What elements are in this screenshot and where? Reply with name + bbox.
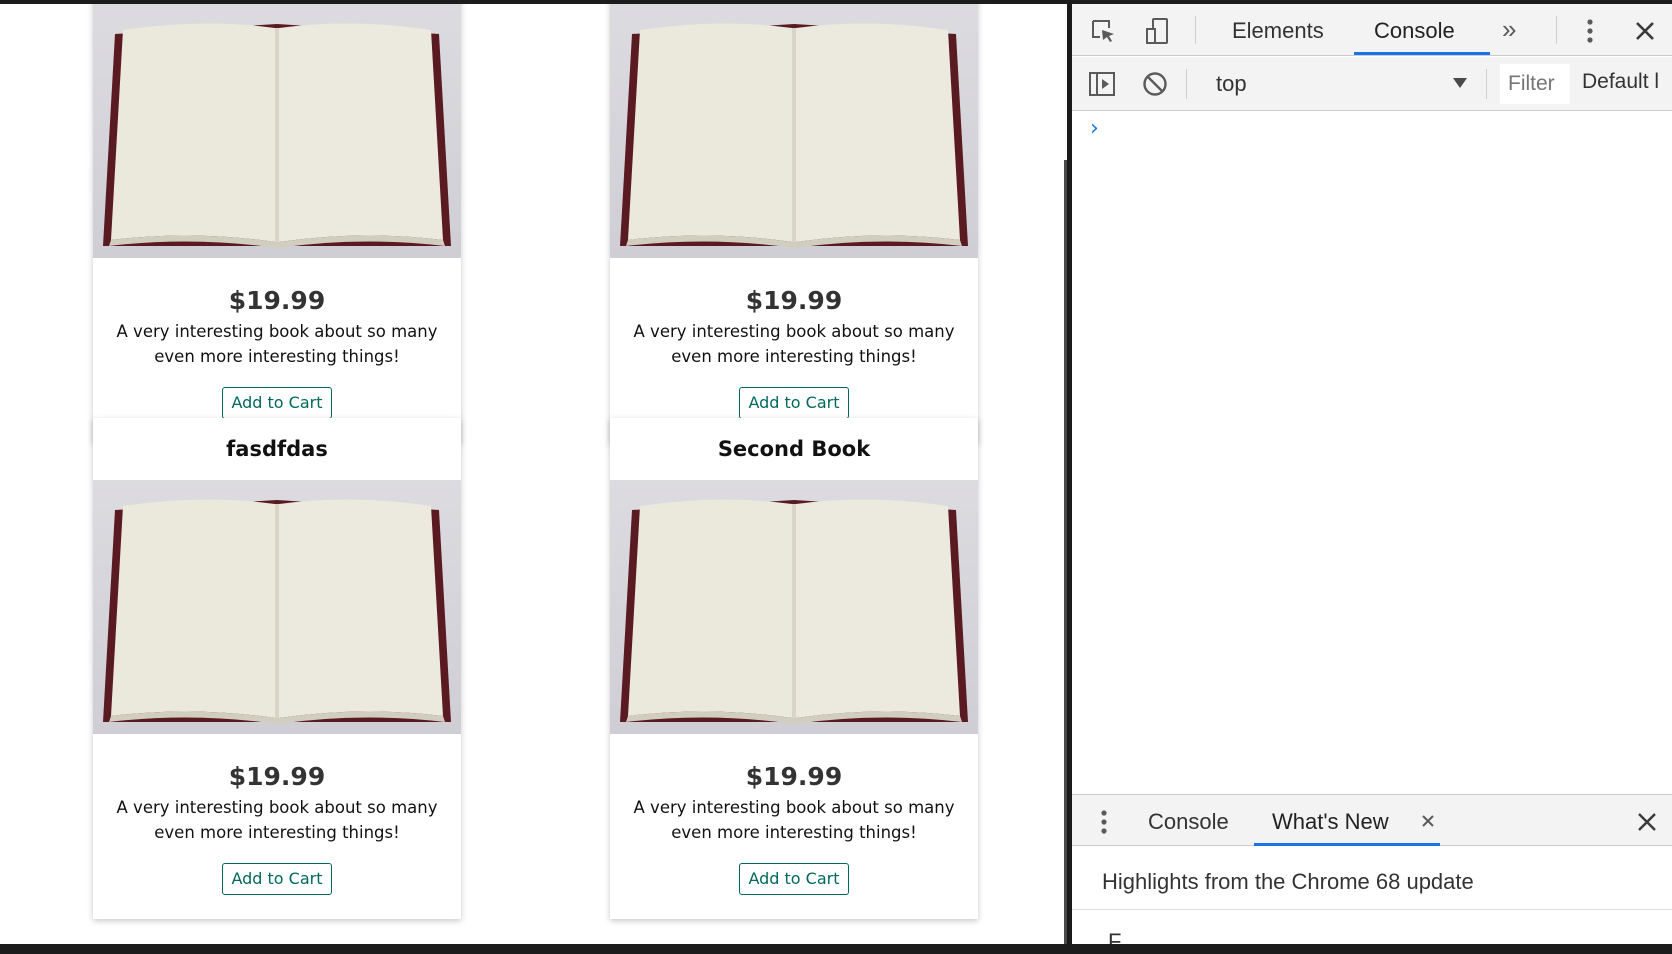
open-book-image: [103, 499, 451, 724]
toolbar-separator: [1556, 16, 1557, 44]
product-description: A very interesting book about so many ev…: [633, 798, 955, 842]
open-book-image: [620, 499, 968, 724]
device-toolbar-icon[interactable]: [1142, 16, 1172, 46]
product-title: fasdfdas: [226, 437, 328, 461]
log-levels-dropdown[interactable]: Default l: [1582, 70, 1659, 94]
shop-page: $19.99 A very interesting book about so …: [0, 4, 1064, 944]
add-to-cart-button[interactable]: Add to Cart: [739, 863, 849, 895]
filter-input[interactable]: [1500, 64, 1570, 104]
add-to-cart-button[interactable]: Add to Cart: [739, 387, 849, 419]
tab-elements[interactable]: Elements: [1232, 18, 1324, 44]
divider: [1072, 909, 1672, 910]
clear-console-icon[interactable]: [1140, 69, 1170, 99]
product-card: $19.99 A very interesting book about so …: [93, 4, 461, 443]
product-content: $19.99 A very interesting book about so …: [610, 258, 978, 369]
product-description: A very interesting book about so many ev…: [116, 322, 438, 366]
product-card: Second Book $19.99 A very interesting bo…: [610, 418, 978, 919]
open-book-image: [103, 23, 451, 248]
drawer-tab-console[interactable]: Console: [1148, 809, 1229, 835]
product-content: $19.99 A very interesting book about so …: [93, 258, 461, 369]
context-selector[interactable]: top: [1216, 71, 1247, 97]
video-frame-bottom: [0, 944, 1672, 954]
product-actions: Add to Cart: [93, 845, 461, 919]
add-to-cart-button[interactable]: Add to Cart: [222, 387, 332, 419]
product-price: $19.99: [745, 762, 843, 791]
whats-new-heading: Highlights from the Chrome 68 update: [1102, 869, 1474, 894]
whats-new-item: F: [1108, 929, 1122, 944]
product-title: Second Book: [717, 437, 871, 461]
product-image: [610, 4, 978, 258]
page-scrollbar[interactable]: [1064, 160, 1067, 944]
inspect-element-icon[interactable]: [1088, 16, 1118, 46]
show-sidebar-icon[interactable]: [1086, 69, 1118, 99]
product-description: A very interesting book about so many ev…: [633, 322, 955, 366]
console-prompt-icon[interactable]: ›: [1090, 116, 1099, 141]
toolbar-separator: [1486, 69, 1487, 99]
product-description: A very interesting book about so many ev…: [116, 798, 438, 842]
drawer-tab-whats-new[interactable]: What's New: [1272, 809, 1389, 835]
product-price: $19.99: [745, 286, 843, 315]
close-tab-icon[interactable]: [1418, 809, 1438, 833]
tab-console[interactable]: Console: [1374, 18, 1455, 44]
product-image: [93, 480, 461, 734]
product-card: $19.99 A very interesting book about so …: [610, 4, 978, 443]
dropdown-arrow-icon[interactable]: [1450, 73, 1470, 93]
drawer-toolbar: Console What's New: [1072, 794, 1672, 846]
drawer-menu-icon[interactable]: [1096, 807, 1112, 837]
product-actions: Add to Cart: [610, 845, 978, 919]
active-drawer-tab-indicator: [1254, 843, 1440, 846]
devtools-toolbar: Elements Console »: [1072, 4, 1672, 56]
close-drawer-icon[interactable]: [1632, 807, 1662, 837]
open-book-image: [620, 23, 968, 248]
add-to-cart-button[interactable]: Add to Cart: [222, 863, 332, 895]
console-toolbar: top Default l: [1072, 57, 1672, 111]
active-tab-indicator: [1354, 52, 1490, 55]
product-content: $19.99 A very interesting book about so …: [93, 734, 461, 845]
product-image: [93, 4, 461, 258]
toolbar-separator: [1186, 69, 1187, 99]
toolbar-separator: [1195, 16, 1196, 44]
whats-new-panel: Highlights from the Chrome 68 update F: [1072, 847, 1672, 944]
product-image: [610, 480, 978, 734]
devtools-panel: Elements Console » top Filter Default l …: [1072, 4, 1672, 944]
product-card: fasdfdas $19.99 A very interesting book …: [93, 418, 461, 919]
more-tabs-icon[interactable]: »: [1502, 14, 1516, 45]
product-price: $19.99: [228, 762, 326, 791]
product-price: $19.99: [228, 286, 326, 315]
close-icon[interactable]: [1630, 16, 1660, 46]
kebab-menu-icon[interactable]: [1580, 16, 1600, 46]
product-content: $19.99 A very interesting book about so …: [610, 734, 978, 845]
